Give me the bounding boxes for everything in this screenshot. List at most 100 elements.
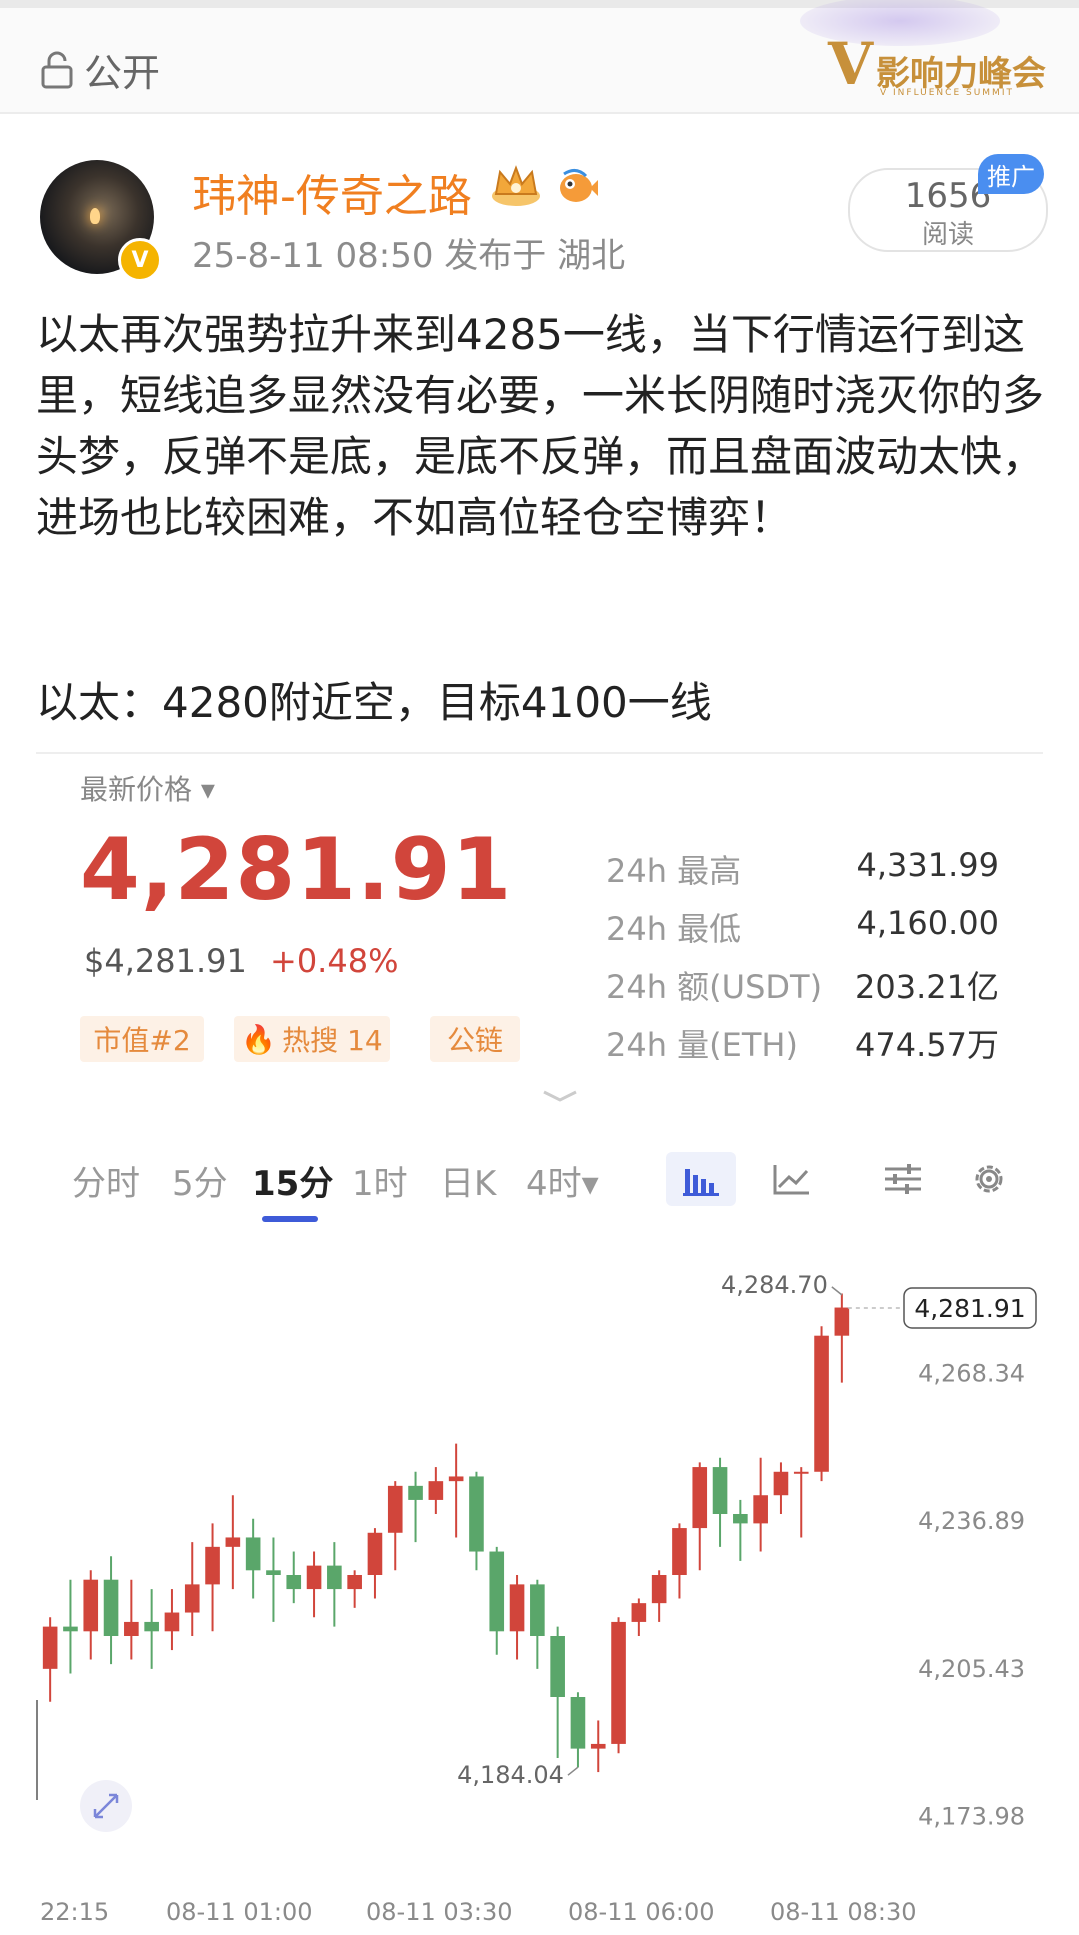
line-chart-icon [773,1165,809,1195]
high-marker-line [831,1286,843,1296]
price-chart[interactable]: 4,268.34 4,236.89 4,205.43 4,173.98 22:15 08-… [0,1240,1079,1931]
visibility-indicator[interactable]: 公开 [40,42,160,97]
x-tick-label: 22:15 [40,1898,109,1926]
tab-15min[interactable]: 15分 [252,1156,333,1205]
hot-search-label: 热搜 14 [282,1024,383,1057]
candle-body [448,1476,464,1482]
stat-label-low: 24h 最低 [606,910,742,948]
candle-body [793,1471,809,1474]
candle-body [611,1621,626,1744]
stat-label-volume: 24h 量(ETH) [606,1026,798,1064]
x-tick-label: 08-11 01:00 [166,1898,313,1926]
candle-body [489,1551,505,1632]
stat-label-high: 24h 最高 [606,852,742,890]
latest-price-dropdown[interactable]: 最新价格 ▾ [80,768,215,808]
expand-chart-button[interactable] [80,1780,132,1832]
visibility-label: 公开 [84,51,161,95]
candle-body [469,1476,484,1552]
candle-body [164,1612,180,1632]
stat-value-volume: 474.57万 [855,1026,999,1064]
read-label: 阅读 [921,220,974,250]
candle-body [550,1636,565,1697]
current-price: 4,281.91 [80,820,513,920]
candlestick-icon [683,1169,719,1196]
username[interactable]: 玮神-传奇之路 [192,160,472,224]
candle-body [753,1495,768,1524]
candle-body [124,1621,139,1636]
promoted-tag: 推广 [978,154,1044,194]
candle-body [83,1579,99,1632]
divider [36,752,1043,754]
hot-search-tag[interactable]: 🔥 热搜 14 [234,1016,390,1062]
y-tick-label: 4,268.34 [918,1360,1025,1388]
tab-4hour[interactable]: 4时▾ [526,1156,599,1205]
price-change-percent: +0.48% [270,942,399,980]
verified-badge-icon: V [118,238,162,282]
top-bar: 公开 V 影响力峰会 V INFLUENCE SUMMIT [0,0,1079,114]
candle-body [530,1584,545,1636]
line-view-button[interactable] [756,1152,826,1206]
candle-body [225,1537,241,1547]
candle-body [184,1584,200,1613]
candle-body [651,1575,667,1604]
current-price-label: 4,281.91 [914,1294,1025,1323]
candle-body [42,1626,58,1669]
y-tick-label: 4,173.98 [918,1802,1025,1830]
y-tick-label: 4,236.89 [918,1507,1025,1535]
chart-settings-button[interactable] [954,1152,1024,1206]
y-tick-label: 4,205.43 [918,1655,1025,1683]
low-marker-line [567,1766,579,1776]
x-tick-label: 08-11 08:30 [770,1898,917,1926]
candle-body [570,1697,586,1749]
candle-body [144,1621,159,1632]
x-tick-label: 08-11 03:30 [366,1898,513,1926]
candle-body [814,1335,829,1472]
tab-1hour[interactable]: 1时 [352,1156,408,1205]
candle-body [834,1307,850,1336]
stat-label-turnover: 24h 额(USDT) [606,968,823,1006]
candle-body [286,1575,302,1590]
candle-body [733,1514,748,1524]
stat-value-turnover: 203.21亿 [855,968,999,1006]
gear-icon [975,1165,1003,1193]
fan-badge-icon [560,169,598,202]
candle-body [63,1626,78,1632]
candle-body [103,1579,119,1636]
stat-value-high: 4,331.99 [856,846,1000,884]
post-meta: 25-8-11 08:50 发布于 湖北 [192,236,626,276]
indicator-settings-button[interactable] [868,1152,938,1206]
tab-daily[interactable]: 日K [440,1156,496,1205]
candle-body [387,1485,403,1533]
x-tick-label: 08-11 06:00 [568,1898,715,1926]
candle-body [428,1481,444,1500]
candle-body [509,1584,525,1632]
tab-5min[interactable]: 5分 [172,1156,228,1205]
candle-body [205,1546,220,1585]
candle-body [327,1565,342,1590]
candle-body [692,1467,708,1529]
candlestick-chart[interactable]: 4,268.34 4,236.89 4,205.43 4,173.98 22:15 08-… [0,1240,1079,1931]
market-cap-rank-tag[interactable]: 市值#2 [80,1016,204,1062]
influence-summit-logo: V 影响力峰会 V INFLUENCE SUMMIT [800,0,1060,106]
usd-price: $4,281.91 [84,942,247,980]
stat-value-low: 4,160.00 [856,904,1000,942]
candle-body [408,1485,423,1500]
chevron-down-icon[interactable] [540,1086,580,1106]
candle-body [367,1532,383,1575]
candle-body [672,1528,687,1575]
active-tab-indicator [262,1216,318,1222]
candlestick-view-button[interactable] [666,1152,736,1206]
high-label: 4,284.70 [721,1271,828,1299]
candle-body [631,1603,647,1622]
tab-timeshare[interactable]: 分时 [72,1156,140,1205]
expand-icon [93,1793,119,1819]
candle-body [245,1537,261,1571]
candle-body [266,1570,281,1575]
fire-icon: 🔥 [241,1022,277,1056]
public-chain-tag[interactable]: 公链 [430,1016,520,1062]
post-body: 以太再次强势拉升来到4285一线，当下行情运行到这里，短线追多显然没有必要，一米… [36,310,1045,542]
candle-body [712,1467,728,1514]
candle-body [773,1471,789,1496]
candle-body [306,1565,322,1590]
candle-body [347,1575,362,1590]
